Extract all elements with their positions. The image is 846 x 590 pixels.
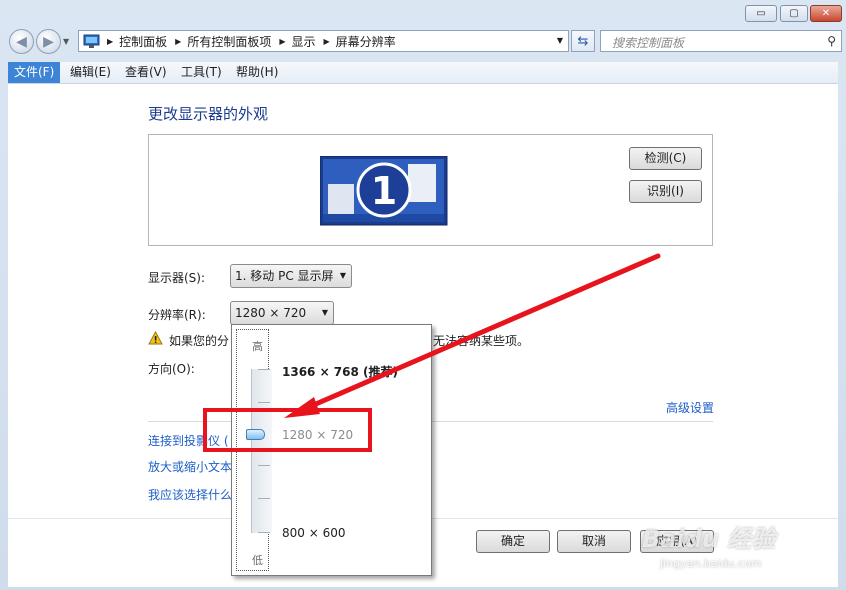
back-arrow-icon: ◀: [16, 33, 27, 50]
menu-view[interactable]: 查看(V): [119, 62, 173, 83]
orientation-label: 方向(O):: [148, 362, 195, 376]
watermark-logo: Baidu 经验: [642, 525, 776, 553]
advanced-settings-link[interactable]: 高级设置: [666, 399, 714, 416]
page-title: 更改显示器的外观: [148, 105, 269, 123]
search-input[interactable]: 搜索控制面板 ⚲: [600, 30, 842, 52]
slider-tick: [258, 532, 270, 533]
breadcrumb-separator-icon: ▶: [279, 36, 286, 46]
slider-tick: [258, 402, 270, 403]
display-select[interactable]: 1. 移动 PC 显示屏 ▼: [230, 264, 352, 288]
breadcrumb-separator-icon: ▶: [175, 36, 182, 46]
minimize-icon: ▭: [756, 8, 766, 19]
menu-bar: 文件(F) 编辑(E) 查看(V) 工具(T) 帮助(H): [8, 62, 838, 84]
refresh-icon: ⇆: [577, 33, 589, 49]
control-panel-icon: [83, 34, 100, 48]
breadcrumb-separator-icon: ▶: [107, 36, 114, 46]
identify-button[interactable]: 识别(I): [629, 180, 702, 203]
back-button[interactable]: ◀: [9, 29, 34, 54]
minimize-button[interactable]: ▭: [745, 5, 777, 22]
chevron-down-icon: ▼: [339, 271, 346, 280]
resolution-label: 分辨率(R):: [148, 308, 206, 322]
annotation-highlight-box: [203, 408, 372, 452]
monitor-preview-area: 1 检测(C) 识别(I): [148, 134, 713, 246]
breadcrumb-display[interactable]: 显示: [292, 33, 316, 50]
chevron-down-icon: ▼: [321, 308, 328, 317]
text-size-link[interactable]: 放大或缩小文本: [148, 458, 232, 475]
refresh-button[interactable]: ⇆: [571, 30, 595, 52]
resolution-select-value: 1280 × 720: [235, 306, 307, 320]
monitor-number-label: 1: [371, 169, 397, 213]
resolution-option-1366[interactable]: 1366 × 768 (推荐): [282, 363, 398, 380]
warning-text-end: 无法容纳某些项。: [433, 334, 530, 348]
address-dropdown-icon[interactable]: ▼: [557, 36, 563, 45]
recent-pages-chevron-icon[interactable]: ▼: [63, 37, 69, 46]
watermark-url: jingyan.baidu.com: [660, 557, 762, 570]
menu-tools[interactable]: 工具(T): [175, 62, 228, 83]
display-label: 显示器(S):: [148, 271, 206, 285]
ok-button[interactable]: 确定: [476, 530, 550, 553]
warning-text-start: 如果您的分: [169, 334, 230, 348]
close-button[interactable]: ✕: [810, 5, 842, 22]
breadcrumb-all-items[interactable]: 所有控制面板项: [187, 33, 271, 50]
resolution-select[interactable]: 1280 × 720 ▼: [230, 301, 334, 325]
resolution-option-800[interactable]: 800 × 600: [282, 526, 346, 540]
slider-tick: [258, 465, 270, 466]
breadcrumb-control-panel[interactable]: 控制面板: [119, 33, 167, 50]
slider-tick: [258, 498, 270, 499]
monitor-icon[interactable]: 1: [320, 156, 448, 226]
slider-tick: [258, 369, 270, 370]
maximize-button[interactable]: ▢: [780, 5, 808, 22]
search-placeholder: 搜索控制面板: [612, 36, 685, 50]
cancel-button[interactable]: 取消: [557, 530, 631, 553]
close-icon: ✕: [821, 8, 831, 19]
forward-arrow-icon: ▶: [43, 33, 54, 50]
address-bar[interactable]: ▶ 控制面板 ▶ 所有控制面板项 ▶ 显示 ▶ 屏幕分辨率 ▼: [78, 30, 569, 52]
breadcrumb-screen-resolution[interactable]: 屏幕分辨率: [336, 33, 396, 50]
menu-file[interactable]: 文件(F): [8, 62, 61, 83]
forward-button[interactable]: ▶: [36, 29, 61, 54]
warning-icon: [148, 331, 163, 345]
maximize-icon: ▢: [789, 8, 799, 19]
detect-button[interactable]: 检测(C): [629, 147, 702, 170]
search-icon[interactable]: ⚲: [827, 34, 836, 48]
menu-edit[interactable]: 编辑(E): [64, 62, 117, 83]
breadcrumb-separator-icon: ▶: [323, 36, 330, 46]
which-settings-link[interactable]: 我应该选择什么: [148, 486, 232, 503]
menu-help[interactable]: 帮助(H): [230, 62, 284, 83]
display-select-value: 1. 移动 PC 显示屏: [235, 269, 334, 283]
